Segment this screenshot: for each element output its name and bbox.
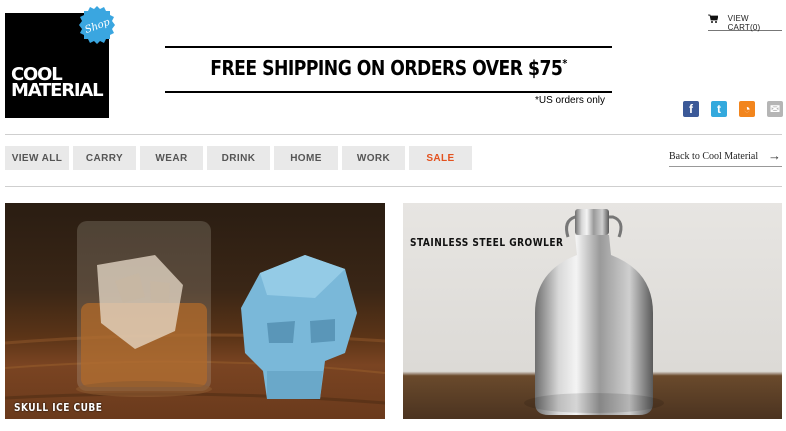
nav-home[interactable]: HOME (274, 146, 338, 170)
nav-divider (5, 186, 782, 187)
shop-badge-icon: Shop (77, 5, 117, 45)
banner-mark: * (562, 57, 567, 70)
banner-text: FREE SHIPPING ON ORDERS OVER $75 (210, 56, 563, 80)
product-tile-skull-ice-cube[interactable]: SKULL ICE CUBE (5, 203, 385, 419)
skull-ice-cube-image (5, 221, 385, 405)
nav-view-all[interactable]: VIEW ALL (5, 146, 69, 170)
product-title-skull-ice-cube: SKULL ICE CUBE (14, 401, 103, 414)
nav-wear[interactable]: WEAR (140, 146, 203, 170)
back-to-cool-material-link[interactable]: Back to Cool Material → (669, 148, 782, 167)
view-cart-label: VIEW CART(0) (727, 14, 761, 32)
twitter-icon[interactable]: t (711, 101, 727, 117)
banner-rule-top (165, 46, 612, 48)
mail-icon[interactable]: ✉ (767, 101, 783, 117)
free-shipping-banner: FREE SHIPPING ON ORDERS OVER $75* (196, 56, 580, 80)
view-cart-link[interactable]: VIEW CART(0) (708, 14, 782, 32)
arrow-right-icon: → (768, 148, 781, 163)
nav-drink[interactable]: DRINK (207, 146, 270, 170)
rss-icon[interactable]: ◔ (739, 101, 755, 117)
cart-icon (708, 14, 720, 24)
shipping-note: *US orders only (535, 95, 606, 106)
nav-sale[interactable]: SALE (409, 146, 472, 170)
header-divider (5, 134, 782, 135)
facebook-icon[interactable]: f (683, 101, 699, 117)
back-link-label: Back to Cool Material (669, 151, 759, 162)
logo-line-2: MATERIAL (11, 80, 104, 101)
nav-carry[interactable]: CARRY (73, 146, 136, 170)
logo-wordmark: COOL MATERIAL (11, 66, 104, 101)
product-title-stainless-steel-growler: STAINLESS STEEL GROWLER (410, 236, 564, 249)
product-tile-stainless-steel-growler[interactable]: STAINLESS STEEL GROWLER (403, 203, 782, 419)
banner-rule-bottom (165, 91, 612, 93)
nav-work[interactable]: WORK (342, 146, 405, 170)
